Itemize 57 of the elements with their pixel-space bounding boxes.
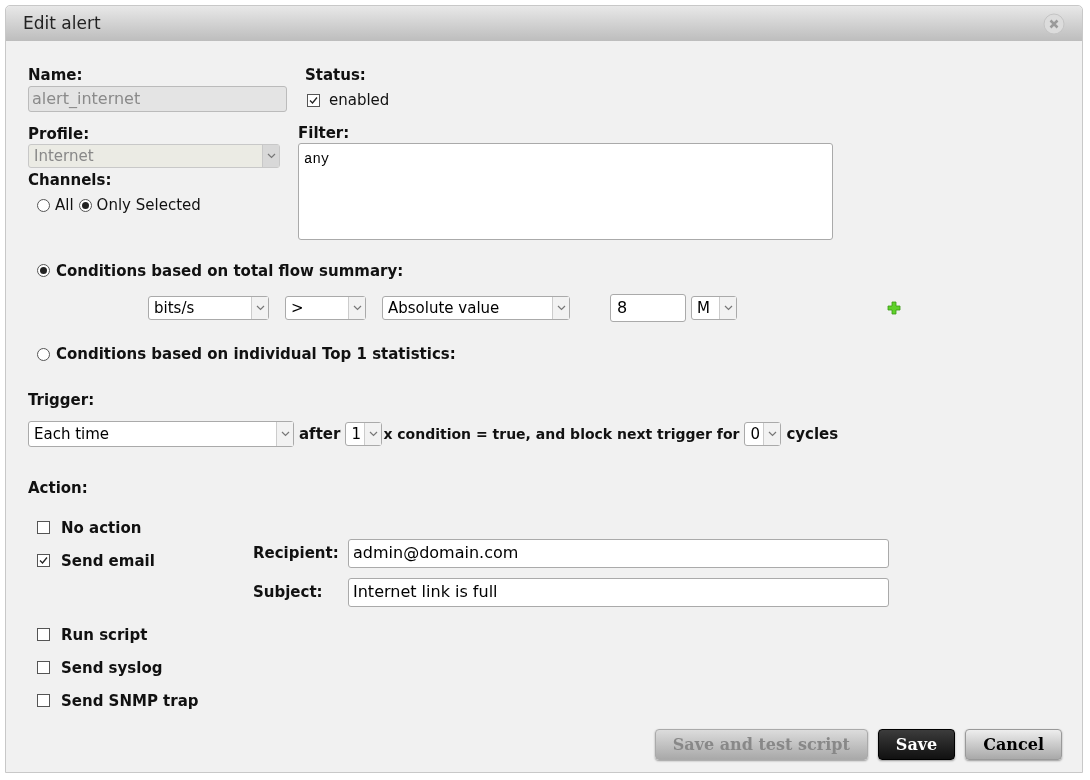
radio-button[interactable] (37, 347, 50, 361)
value-field[interactable]: 8 (610, 294, 686, 322)
checkmark-icon (39, 556, 48, 566)
dropdown[interactable]: 1 (345, 422, 383, 446)
chevron-down-icon (255, 305, 265, 311)
radio-label: Conditions based on individual Top 1 statistics: (56, 344, 456, 365)
checkbox[interactable] (37, 694, 50, 708)
plus-icon[interactable] (887, 301, 901, 315)
checkbox[interactable] (37, 628, 50, 642)
dropdown[interactable]: M (691, 296, 737, 320)
filter-label: Filter: (298, 122, 351, 143)
checkbox[interactable] (37, 661, 50, 675)
trigger-text: cycles (785, 423, 840, 445)
trigger-text: x condition = true, and block next trigger for (382, 424, 741, 444)
checkbox[interactable] (37, 521, 50, 535)
text-field[interactable]: Internet link is full (348, 577, 889, 607)
radio-label: Only Selected (96, 195, 201, 216)
checkbox-label: Send syslog (61, 657, 163, 679)
dropdown[interactable]: > (285, 296, 366, 320)
checkbox-label: enabled (329, 90, 390, 111)
checkbox[interactable] (307, 93, 320, 107)
chevron-down-icon (266, 153, 276, 159)
chevron-down-icon (280, 431, 290, 437)
status-label: Status: (304, 65, 367, 85)
chevron-down-icon (352, 305, 362, 311)
chevron-down-icon (723, 305, 733, 311)
radio-button[interactable] (37, 264, 50, 278)
filter-field[interactable]: any (298, 142, 833, 240)
field-label: Subject: (253, 581, 324, 603)
chevron-down-icon (767, 431, 777, 437)
trigger-text: after (298, 423, 342, 445)
dropdown[interactable]: Each time (28, 421, 294, 447)
profile-label: Profile: (28, 124, 91, 144)
name-label: Name: (28, 65, 84, 85)
radio-button[interactable] (78, 198, 92, 212)
radio-label: Conditions based on total flow summary: (56, 260, 404, 282)
trigger-label: Trigger: (28, 389, 96, 411)
window-title: Edit alert (23, 11, 101, 35)
radio-label: All (55, 195, 74, 216)
checkbox-label: No action (61, 517, 142, 539)
dialog-button[interactable]: Save (877, 729, 956, 760)
dialog-button[interactable]: Cancel (965, 729, 1062, 760)
text-field[interactable]: admin@domain.com (348, 538, 889, 568)
chevron-down-icon (368, 431, 378, 437)
chevron-down-icon (556, 305, 566, 311)
action-label: Action: (28, 478, 89, 499)
checkbox-label: Send email (61, 550, 155, 572)
checkbox-label: Send SNMP trap (61, 690, 199, 712)
dropdown[interactable]: 0 (744, 422, 782, 446)
channels-label: Channels: (28, 170, 113, 190)
checkbox-label: Run script (61, 624, 148, 646)
checkbox[interactable] (37, 554, 50, 568)
radio-button[interactable] (37, 198, 50, 212)
dropdown[interactable]: Absolute value (382, 296, 570, 320)
dropdown[interactable]: bits/s (148, 296, 269, 320)
checkmark-icon (309, 95, 318, 105)
field-label: Recipient: (253, 542, 340, 564)
